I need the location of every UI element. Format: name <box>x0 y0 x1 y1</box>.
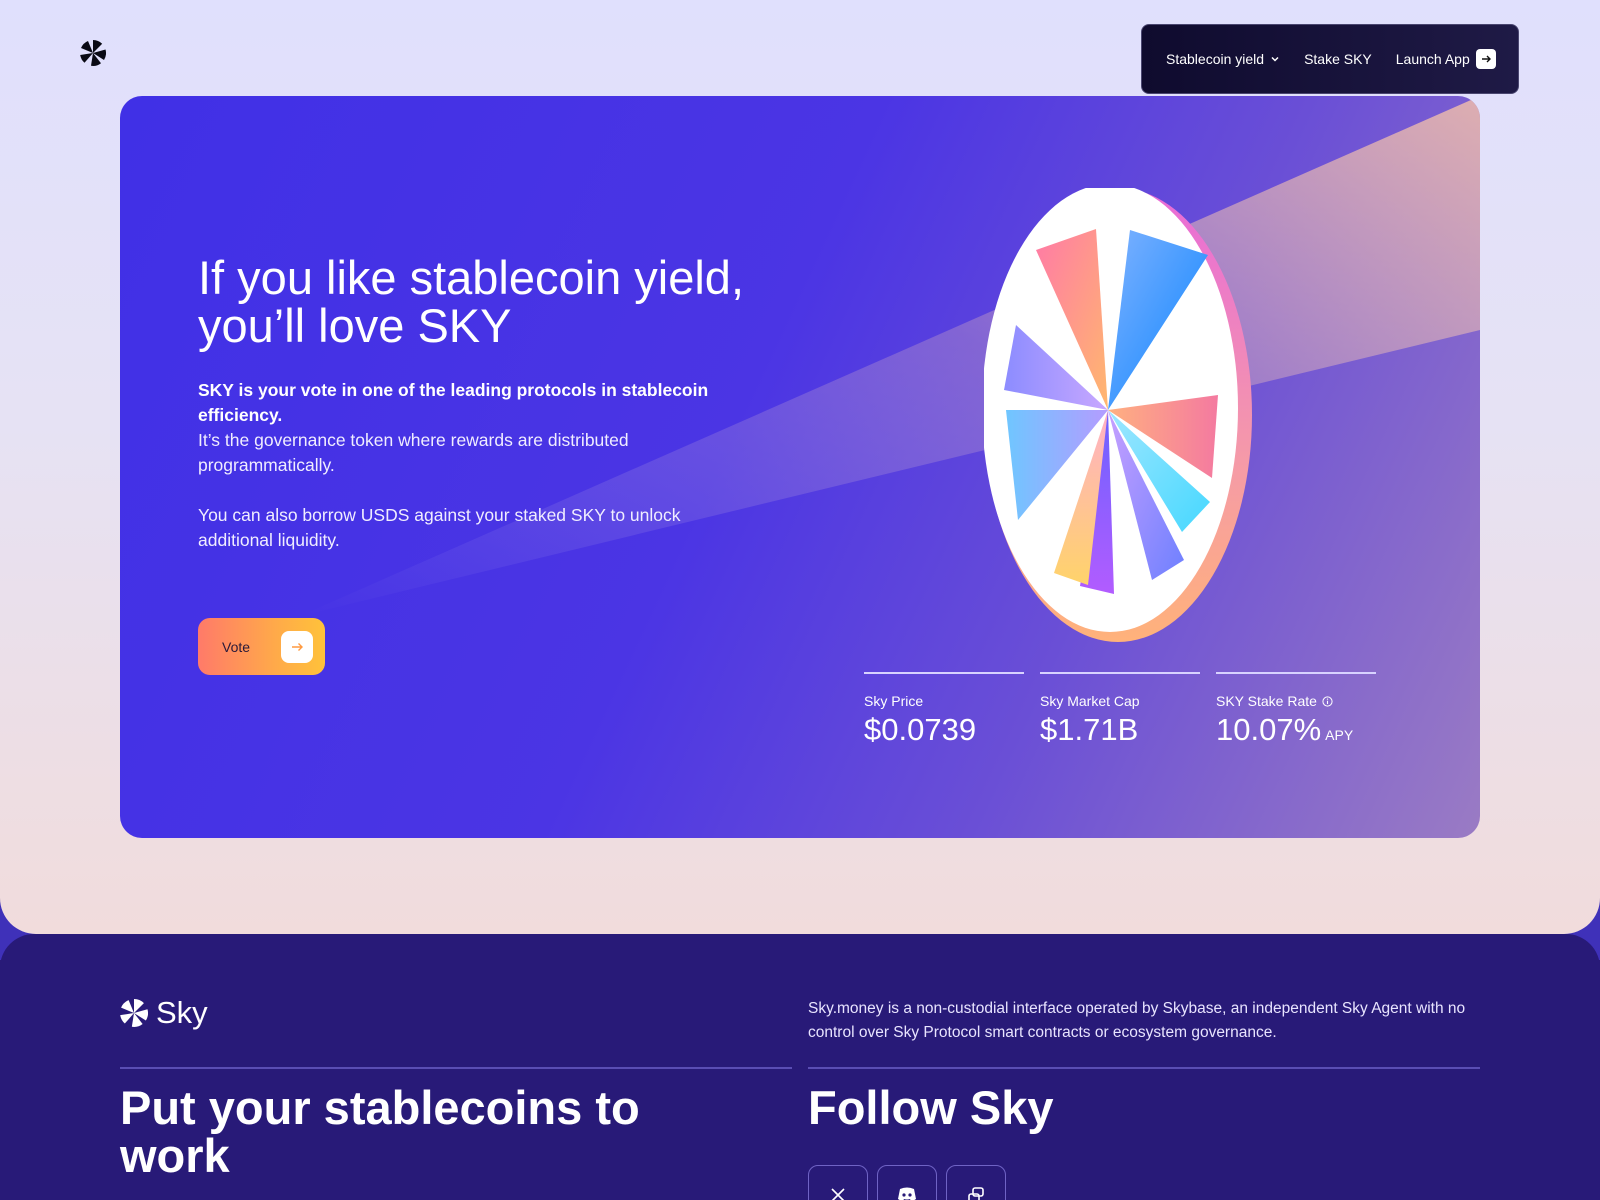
launch-app-label: Launch App <box>1395 51 1470 67</box>
sky-logo-icon <box>120 999 148 1027</box>
vote-label: Vote <box>222 638 251 655</box>
arrow-right-icon <box>1475 49 1496 69</box>
hero-lead: SKY is your vote in one of the leading p… <box>198 380 709 425</box>
footer-heading-follow: Follow Sky <box>808 1081 1054 1134</box>
hero-card: If you like stablecoin yield, you’ll lov… <box>120 96 1480 838</box>
stat-value: $1.71B <box>1040 712 1139 747</box>
stat-sky-market-cap: Sky Market Cap $1.71B <box>1040 672 1200 753</box>
nav-stablecoin-yield[interactable]: Stablecoin yield <box>1166 51 1280 67</box>
stats-row: Sky Price $0.0739 Sky Market Cap $1.71B … <box>864 672 1376 753</box>
stat-label: SKY Stake Rate <box>1216 693 1317 709</box>
social-x-link[interactable] <box>808 1165 868 1200</box>
arrow-right-icon <box>281 630 313 663</box>
stat-label: Sky Market Cap <box>1040 693 1140 709</box>
social-link[interactable] <box>946 1165 1006 1200</box>
hero-paragraph-1: It’s the governance token where rewards … <box>198 430 629 475</box>
link-icon <box>968 1187 984 1200</box>
nav-stake-sky-label: Stake SKY <box>1304 51 1372 67</box>
social-links <box>808 1165 1006 1200</box>
sky-coin-illustration <box>984 188 1252 642</box>
top-nav: Stablecoin yield Stake SKY Launch App <box>1141 24 1519 94</box>
footer-brand-name: Sky <box>156 995 208 1030</box>
footer-heading-stablecoins: Put your stablecoins to work <box>120 1081 640 1182</box>
footer-divider <box>808 1067 1480 1069</box>
nav-stake-sky[interactable]: Stake SKY <box>1304 51 1372 67</box>
social-discord-link[interactable] <box>877 1165 937 1200</box>
footer-logo[interactable]: Sky <box>120 996 208 1030</box>
top-section: Stablecoin yield Stake SKY Launch App If… <box>0 0 1600 934</box>
x-icon <box>831 1188 845 1200</box>
launch-app-button[interactable]: Launch App <box>1396 49 1496 69</box>
stat-value: $0.0739 <box>864 712 977 747</box>
stat-sky-stake-rate: SKY Stake Rate 10.07% APY <box>1216 672 1376 753</box>
sky-logo-icon[interactable] <box>80 40 106 66</box>
stat-value: 10.07% <box>1216 712 1322 747</box>
footer-divider <box>120 1067 792 1069</box>
info-icon[interactable] <box>1322 695 1333 707</box>
hero-paragraph-2: You can also borrow USDS against your st… <box>198 505 681 550</box>
chevron-down-icon <box>1271 56 1279 62</box>
vote-button[interactable]: Vote <box>198 618 325 675</box>
stat-label: Sky Price <box>864 693 924 709</box>
discord-icon <box>898 1187 916 1200</box>
stat-sky-price: Sky Price $0.0739 <box>864 672 1024 753</box>
hero-title: If you like stablecoin yield, you’ll lov… <box>198 251 745 352</box>
nav-stablecoin-yield-label: Stablecoin yield <box>1166 51 1265 67</box>
stat-unit: APY <box>1325 727 1354 743</box>
footer-disclaimer: Sky.money is a non-custodial interface o… <box>808 1000 1466 1041</box>
